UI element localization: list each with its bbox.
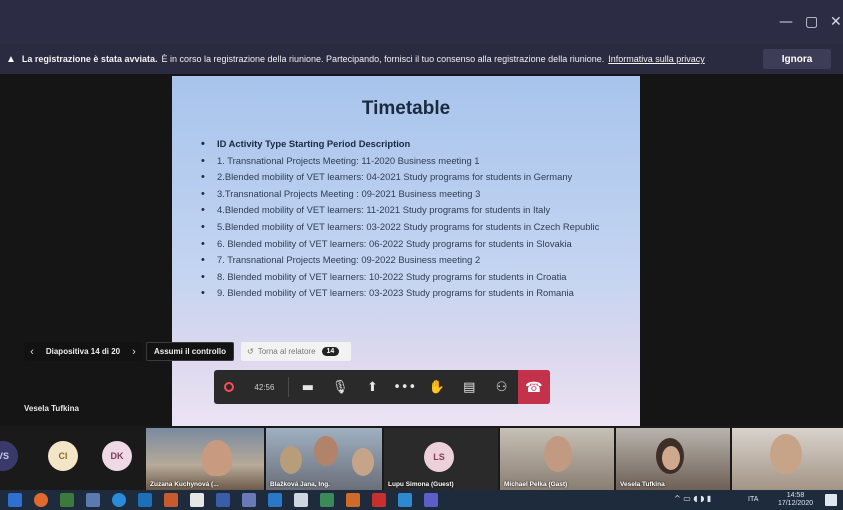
notifications-icon[interactable] [825,494,837,506]
avatar[interactable]: DK [102,441,132,471]
clock[interactable]: 14:58 17/12/2020 [778,492,813,508]
recording-icon [224,382,234,392]
teams-icon[interactable] [424,493,438,507]
close-button[interactable]: ✕ [830,14,842,30]
meeting-stage: Timetable ID Activity Type Starting Peri… [0,74,843,426]
ignore-button[interactable]: Ignora [763,49,831,69]
list-item: ID Activity Type Starting Period Descrip… [199,138,619,151]
return-icon: ↺ [247,347,254,356]
app-icon[interactable] [60,493,74,507]
slide-list: ID Activity Type Starting Period Descrip… [199,138,619,304]
recording-banner: ▲ La registrazione è stata avviata. È in… [0,44,843,74]
app-icon[interactable] [86,493,100,507]
slide-number-badge: 14 [321,347,340,356]
participant-video-tile[interactable]: Michael Pelka (Gast) [500,428,614,490]
teams-meeting-window: — ▢ ✕ ▲ La registrazione è stata avviata… [0,0,843,510]
microphone-icon[interactable]: 🎙 [324,370,356,404]
participant-video-tile[interactable]: LS Lupu Simona (Guest) [384,428,498,490]
app-icon[interactable] [398,493,412,507]
app-icon[interactable] [320,493,334,507]
word-icon[interactable] [216,493,230,507]
app-icon[interactable] [242,493,256,507]
participant-name: Michael Pelka (Gast) [504,481,568,488]
avatar[interactable]: VS [0,441,18,471]
avatar[interactable]: CI [48,441,78,471]
clock-time: 14:58 [786,492,805,499]
avatar: LS [424,442,454,472]
slide-counter: Diapositiva 14 di 20 [45,347,121,356]
maximize-button[interactable]: ▢ [805,14,818,30]
hang-up-icon[interactable]: ☎ [517,370,550,404]
list-item: 8. Blended mobility of VET learners: 10-… [199,271,619,284]
browser-icon[interactable] [34,493,48,507]
windows-taskbar: ^ ▭ ◖ ◗ ▮ ITA 14:58 17/12/2020 [0,490,843,510]
system-tray-icons[interactable]: ^ ▭ ◖ ◗ ▮ [674,494,711,503]
take-control-button[interactable]: Assumi il controllo [146,342,234,361]
participant-face [202,440,232,476]
privacy-link[interactable]: Informativa sulla privacy [608,54,705,64]
participant-face [280,446,302,474]
participant-video-tile[interactable] [732,428,843,490]
title-bar: — ▢ ✕ [0,0,843,44]
return-to-presenter-label: Torna al relatore [257,347,316,356]
slide-title: Timetable [361,98,451,119]
participant-video-tile[interactable]: Blažková Jana, Ing. [266,428,382,490]
separator [287,377,289,397]
list-item: 2.Blended mobility of VET learners: 04-2… [199,171,619,184]
participant-name: Zuzana Kuchynová (... [150,481,219,488]
chat-icon[interactable]: ▤ [453,370,485,404]
app-icon[interactable] [138,493,152,507]
list-item: 9. Blended mobility of VET learners: 03-… [199,287,619,300]
call-control-bar: 42:56 ▬ 🎙 ⬆ ••• ✋ ▤ ⚇ ☎ [214,370,550,404]
list-item: 5.Blended mobility of VET learners: 03-2… [199,221,619,234]
participant-name: Vesela Tufkina [620,481,665,488]
app-icon[interactable] [190,493,204,507]
warning-icon: ▲ [6,53,16,65]
clock-date: 17/12/2020 [777,500,813,507]
list-item: 3.Transnational Projects Meeting : 09-20… [199,188,619,201]
slide-navigator: ‹ Diapositiva 14 di 20 › [24,342,142,361]
participant-name: Blažková Jana, Ing. [270,481,330,488]
language-indicator[interactable]: ITA [748,496,758,503]
list-item: 7. Transnational Projects Meeting: 09-20… [199,254,619,267]
list-item: 4.Blended mobility of VET learners: 11-2… [199,204,619,217]
participant-face [314,436,338,466]
participant-video-tile[interactable]: Vesela Tufkina [616,428,730,490]
edge-icon[interactable] [112,493,126,507]
minimize-button[interactable]: — [779,14,793,30]
start-icon[interactable] [8,493,22,507]
list-item: 6. Blended mobility of VET learners: 06-… [199,238,619,251]
participant-face [770,434,802,474]
share-screen-icon[interactable]: ⬆ [356,370,388,404]
participant-face [544,436,572,472]
presenter-name: Vesela Tufkina [24,404,79,413]
list-item: 1. Transnational Projects Meeting: 11-20… [199,155,619,168]
banner-title: La registrazione è stata avviata. [21,54,158,64]
app-icon[interactable] [268,493,282,507]
vlc-icon[interactable] [346,493,360,507]
camera-icon[interactable]: ▬ [292,370,324,404]
settings-icon[interactable] [294,493,308,507]
participant-video-tile[interactable]: Zuzana Kuchynová (... [146,428,264,490]
participant-face [662,446,680,470]
recording-indicator [214,382,254,392]
participant-name: Lupu Simona (Guest) [388,481,454,488]
banner-text: È in corso la registrazione della riunio… [161,54,605,64]
raise-hand-icon[interactable]: ✋ [421,370,453,404]
participants-strip: VS CI DK Zuzana Kuchynová (... Blažková … [0,426,843,490]
next-slide-button[interactable]: › [126,346,142,358]
return-to-presenter-button[interactable]: ↺ Torna al relatore 14 [241,342,351,361]
participant-face [352,448,374,476]
powerpoint-icon[interactable] [164,493,178,507]
participants-icon[interactable]: ⚇ [485,370,517,404]
previous-slide-button[interactable]: ‹ [24,346,40,358]
call-timer: 42:56 [254,382,275,392]
pdf-icon[interactable] [372,493,386,507]
more-icon[interactable]: ••• [389,370,421,404]
